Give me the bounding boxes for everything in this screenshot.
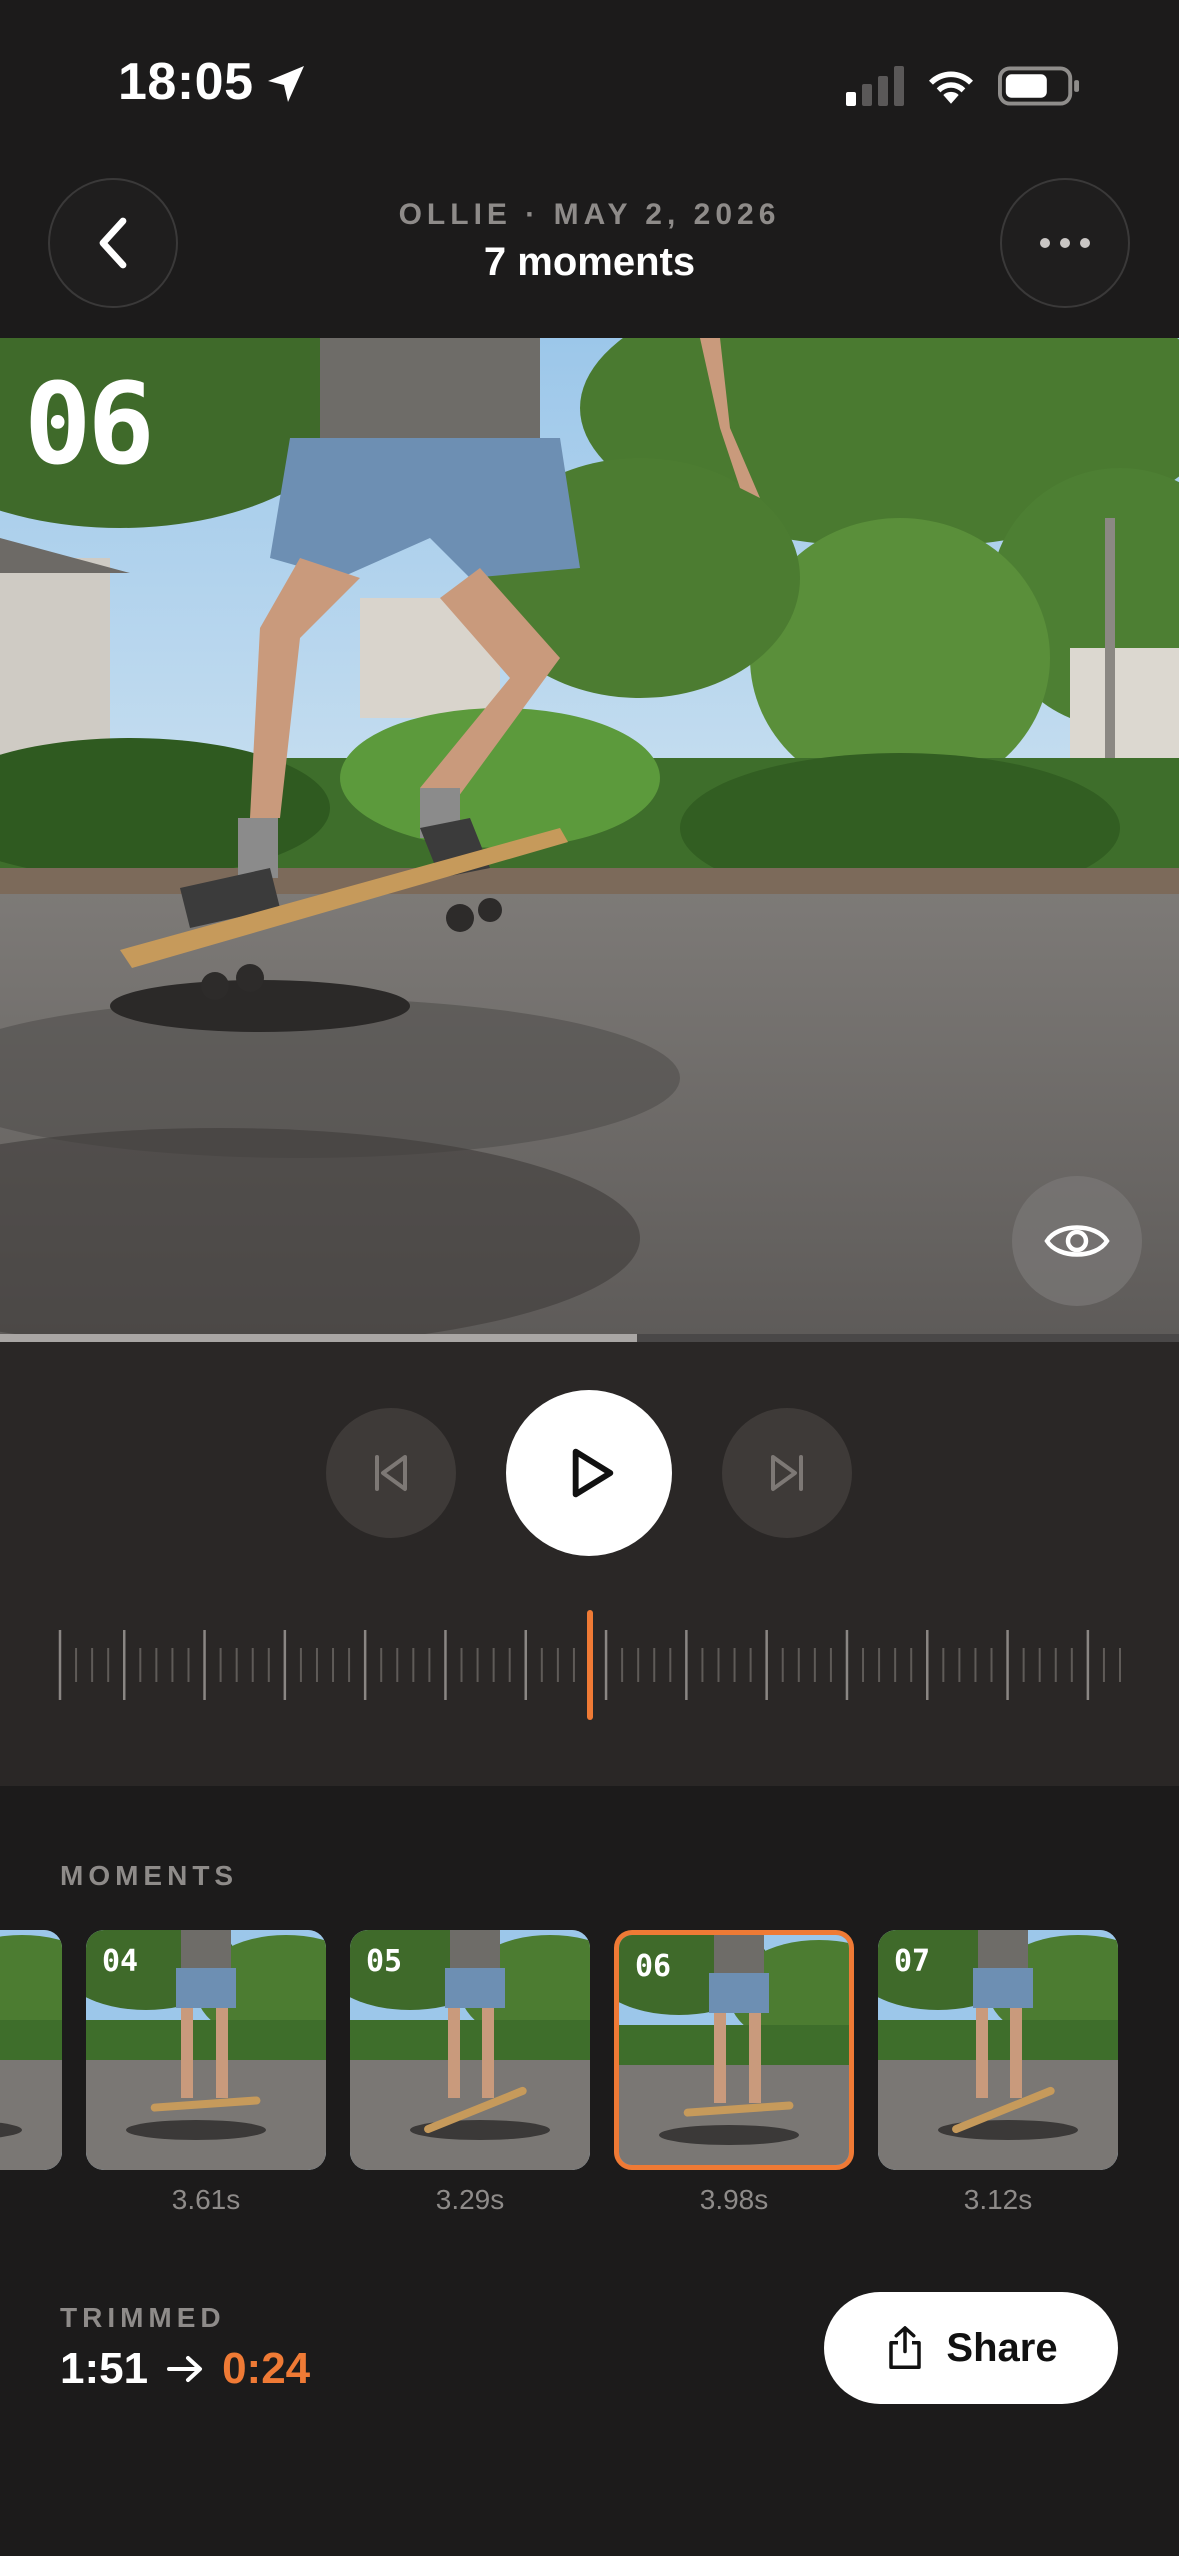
moment-thumbnail-number: 07 bbox=[894, 1944, 931, 1979]
moment-duration: 3.98s bbox=[699, 2184, 769, 2215]
moment-duration: 3.29s bbox=[435, 2184, 505, 2215]
battery-icon bbox=[998, 66, 1080, 106]
moment-thumbnail[interactable]: 04 bbox=[86, 1930, 326, 2170]
ellipsis-icon bbox=[1040, 238, 1090, 248]
playback-progress[interactable] bbox=[0, 1334, 1179, 1342]
play-button[interactable] bbox=[506, 1390, 672, 1556]
share-button[interactable]: Share bbox=[824, 2292, 1118, 2404]
wifi-icon bbox=[929, 71, 973, 104]
moment-thumbnail[interactable]: 05 bbox=[350, 1930, 590, 2170]
playback-controls bbox=[0, 1342, 1179, 1786]
moments-section-label: MOMENTS bbox=[60, 1860, 239, 1891]
cellular-signal-icon bbox=[846, 66, 904, 106]
more-options-button[interactable] bbox=[1000, 178, 1130, 308]
scrub-playhead[interactable] bbox=[587, 1610, 593, 1720]
moment-thumbnail-number: 05 bbox=[366, 1944, 403, 1979]
status-time: 18:05 bbox=[118, 53, 254, 111]
playback-progress-fill bbox=[0, 1334, 637, 1342]
next-icon bbox=[771, 1455, 803, 1491]
moment-duration: 3.12s bbox=[963, 2184, 1033, 2215]
moment-thumbnail[interactable] bbox=[0, 1930, 62, 2170]
status-bar: 18:05 bbox=[0, 0, 1179, 170]
previous-moment-button[interactable] bbox=[326, 1408, 456, 1538]
share-label: Share bbox=[946, 2325, 1058, 2370]
share-icon bbox=[889, 2326, 922, 2369]
moment-thumbnail-number: 04 bbox=[102, 1944, 139, 1979]
moment-thumbnail[interactable]: 06 bbox=[614, 1930, 854, 2170]
moment-number-overlay: 06 bbox=[24, 360, 155, 490]
previous-icon bbox=[375, 1455, 407, 1491]
trim-from: 1:51 bbox=[60, 2344, 149, 2393]
trimmed-label: TRIMMED bbox=[60, 2302, 226, 2333]
moments-strip[interactable]: 04 3.61s 05 3.29s 06 3.98s 07 3.12s bbox=[0, 1930, 1179, 2230]
scrub-ruler[interactable] bbox=[50, 1610, 1130, 1720]
play-icon bbox=[572, 1448, 614, 1498]
video-frame-image bbox=[0, 338, 1179, 1334]
eye-icon bbox=[1044, 1225, 1110, 1257]
video-player[interactable]: 06 bbox=[0, 338, 1179, 1334]
moment-duration: 3.61s bbox=[171, 2184, 241, 2215]
next-moment-button[interactable] bbox=[722, 1408, 852, 1538]
trim-summary: 1:51 0:24 bbox=[60, 2344, 310, 2394]
moment-thumbnail-number: 06 bbox=[635, 1949, 672, 1984]
moment-thumbnail[interactable]: 07 bbox=[878, 1930, 1118, 2170]
location-arrow-icon bbox=[268, 66, 304, 102]
arrow-right-icon bbox=[167, 2356, 203, 2382]
trim-to: 0:24 bbox=[222, 2344, 311, 2393]
toggle-overlay-button[interactable] bbox=[1012, 1176, 1142, 1306]
